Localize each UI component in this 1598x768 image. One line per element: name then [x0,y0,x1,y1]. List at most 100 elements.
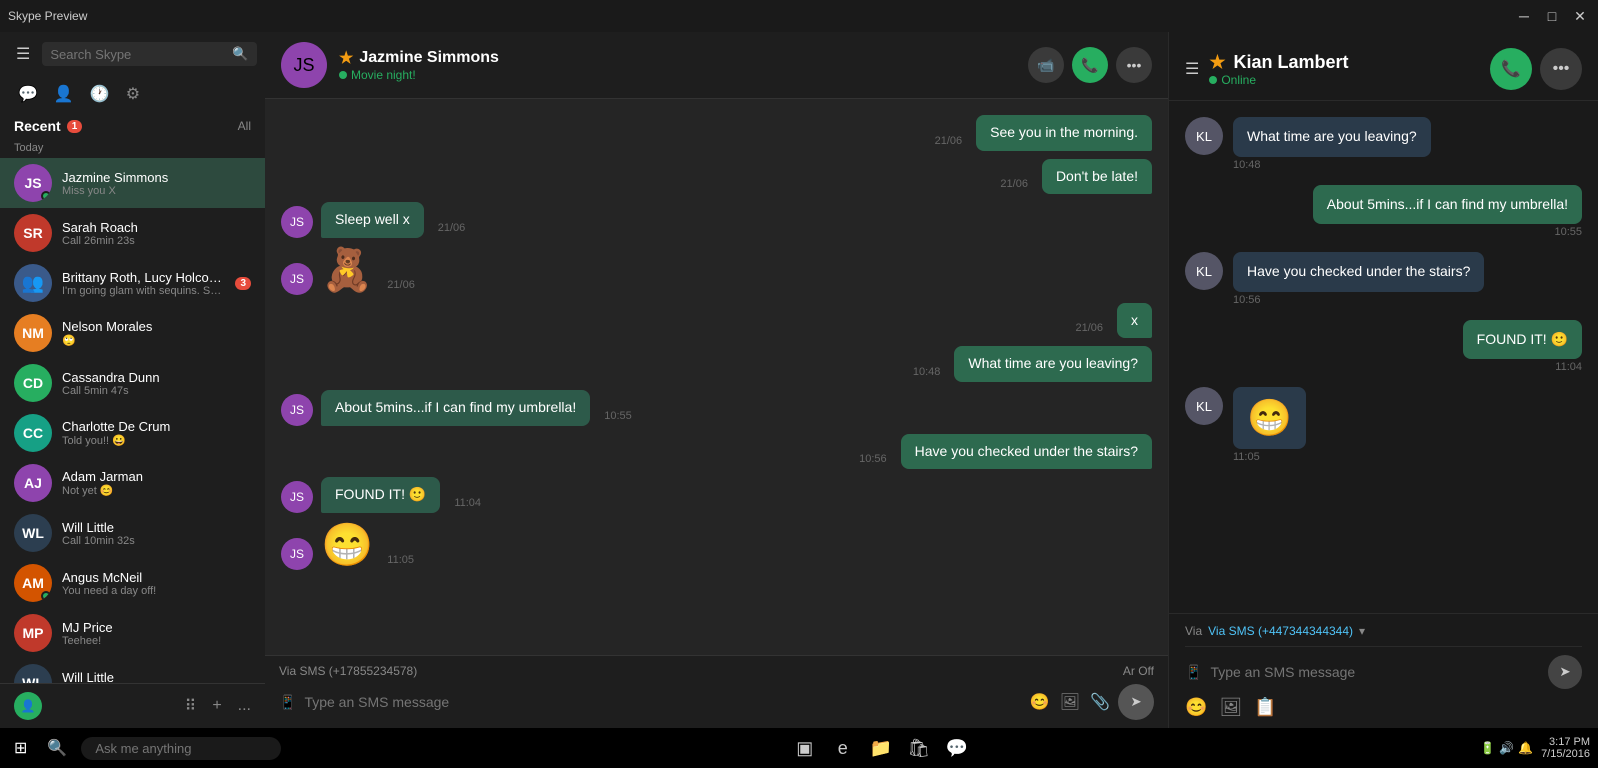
explorer-button[interactable]: 📁 [865,732,897,764]
right-image-button[interactable]: 🖼 [1219,697,1242,718]
contact-badge: 3 [235,277,251,290]
search-input[interactable] [50,47,226,62]
date-divider: Today [0,138,265,158]
store-button[interactable]: 🛍 [903,732,935,764]
all-filter-button[interactable]: All [238,119,251,133]
contact-list-item[interactable]: WL Will Little Call 10min 32s [0,508,265,558]
right-input-area: Via Via SMS (+447344344344) ▾ 📱 ➤ 😊 🖼 📋 [1169,613,1598,728]
right-hamburger-button[interactable]: ☰ [1185,59,1199,79]
nav-settings-button[interactable]: ⚙ [120,80,146,108]
message-row: JS FOUND IT! 🙂 11:04 [281,477,1152,513]
chat-header: JS ★ Jazmine Simmons Movie night! 📹 📞 ••… [265,32,1168,99]
call-button[interactable]: 📞 [1072,47,1108,83]
right-message-bubble: Have you checked under the stairs? [1233,252,1484,292]
contact-info: Sarah Roach Call 26min 23s [62,220,251,247]
emoji-message: 😁 [321,521,373,570]
hamburger-menu-button[interactable]: ☰ [12,40,34,68]
message-time: 21/06 [1075,322,1103,338]
add-contact-button[interactable]: + [212,696,221,716]
contact-name: Charlotte De Crum [62,419,251,434]
right-emoji-icons: 😊 🖼 📋 [1185,689,1582,718]
nav-contacts-button[interactable]: 👤 [48,80,80,108]
send-button[interactable]: ➤ [1118,684,1154,720]
right-call-button[interactable]: 📞 [1490,48,1532,90]
contact-list-item[interactable]: AJ Adam Jarman Not yet 😊 [0,458,265,508]
main-layout: ☰ 🔍 💬 👤 🕐 ⚙ Recent 1 All Today JS [0,32,1598,728]
contact-name: Will Little [62,670,251,684]
image-button[interactable]: 🖼 [1060,692,1080,712]
avatar: AJ [14,464,52,502]
right-attach-button[interactable]: 📋 [1254,697,1276,718]
message-row: 21/06 x [281,303,1152,339]
dots-grid-button[interactable]: ⠿ [185,696,197,716]
more-options-button[interactable]: ... [238,696,251,716]
chat-area: JS ★ Jazmine Simmons Movie night! 📹 📞 ••… [265,32,1168,728]
avatar: SR [14,214,52,252]
attach-button[interactable]: 📎 [1090,692,1110,712]
nav-history-button[interactable]: 🕐 [84,80,116,108]
contact-info: Brittany Roth, Lucy Holcomb, S... I'm go… [62,270,225,297]
right-contact-name: ★ Kian Lambert [1209,52,1480,73]
contact-preview: Teehee! [62,635,251,647]
contact-list: JS Jazmine Simmons Miss you X SR Sarah R… [0,158,265,683]
right-message-row: FOUND IT! 🙂 11:04 [1185,320,1582,374]
contact-preview: Call 26min 23s [62,235,251,247]
skype-taskbar-button[interactable]: 💬 [941,732,973,764]
right-messages-area: KL What time are you leaving? 10:48 Abou… [1169,101,1598,613]
right-header-actions: 📞 ••• [1490,48,1582,90]
volume-icon: 🔊 [1499,741,1514,755]
chat-message-input[interactable] [304,694,1021,710]
right-sms-number: Via SMS (+447344344344) [1208,624,1353,638]
message-time: 11:04 [454,497,481,513]
contact-list-item[interactable]: CC Charlotte De Crum Told you!! 😀 [0,408,265,458]
avatar: CD [14,364,52,402]
message-bubble: Sleep well x [321,202,424,238]
message-bubble: FOUND IT! 🙂 [321,477,440,513]
message-row: JS 🧸 21/06 [281,246,1152,295]
taskbar-search-input[interactable] [81,737,281,760]
close-button[interactable]: ✕ [1570,6,1590,26]
contact-list-item[interactable]: AM Angus McNeil You need a day off! [0,558,265,608]
edge-button[interactable]: e [827,732,859,764]
minimize-button[interactable]: ─ [1514,6,1534,26]
video-call-button[interactable]: 📹 [1028,47,1064,83]
right-dropdown-icon[interactable]: ▾ [1359,624,1365,638]
more-button[interactable]: ••• [1116,47,1152,83]
right-message-time: 10:56 [1233,294,1484,306]
right-message-input[interactable] [1210,664,1540,680]
message-time: 10:56 [859,453,887,469]
chat-header-actions: 📹 📞 ••• [1028,47,1152,83]
contact-list-item[interactable]: JS Jazmine Simmons Miss you X [0,158,265,208]
contact-preview: I'm going glam with sequins. See you h..… [62,285,225,297]
right-send-button[interactable]: ➤ [1548,655,1582,689]
recent-badge: 1 [67,120,83,133]
task-view-button[interactable]: ▣ [789,732,821,764]
msg-avatar: JS [281,481,313,513]
maximize-button[interactable]: □ [1542,6,1562,26]
chat-contact-avatar: JS [281,42,327,88]
cortana-button[interactable]: 🔍 [41,734,73,762]
contact-name: Brittany Roth, Lucy Holcomb, S... [62,270,225,285]
nav-recent-button[interactable]: 💬 [12,80,44,108]
right-message-row: KL What time are you leaving? 10:48 [1185,117,1582,171]
contact-list-item[interactable]: SR Sarah Roach Call 26min 23s [0,208,265,258]
contact-list-item[interactable]: 👥 Brittany Roth, Lucy Holcomb, S... I'm … [0,258,265,308]
contact-list-item[interactable]: MP MJ Price Teehee! [0,608,265,658]
contact-list-item[interactable]: NM Nelson Morales 🙄 [0,308,265,358]
right-msg-avatar: KL [1185,252,1223,290]
taskbar-center: ▣ e 📁 🛍 💬 [789,732,973,764]
avatar: WL [14,664,52,683]
message-time: 21/06 [1000,178,1028,194]
windows-start-button[interactable]: ⊞ [8,734,33,762]
contact-info: Jazmine Simmons Miss you X [62,170,251,197]
contact-preview: You need a day off! [62,585,251,597]
emoji-button[interactable]: 😊 [1030,692,1050,712]
right-more-button[interactable]: ••• [1540,48,1582,90]
message-bubble: Have you checked under the stairs? [901,434,1152,470]
title-bar: Skype Preview ─ □ ✕ [0,0,1598,32]
right-emoji-button[interactable]: 😊 [1185,697,1207,718]
contact-list-item[interactable]: CD Cassandra Dunn Call 5min 47s [0,358,265,408]
chat-contact-status: Movie night! [339,68,1016,82]
contact-info: Adam Jarman Not yet 😊 [62,469,251,497]
contact-list-item[interactable]: WL Will Little Call 10min 32s [0,658,265,683]
